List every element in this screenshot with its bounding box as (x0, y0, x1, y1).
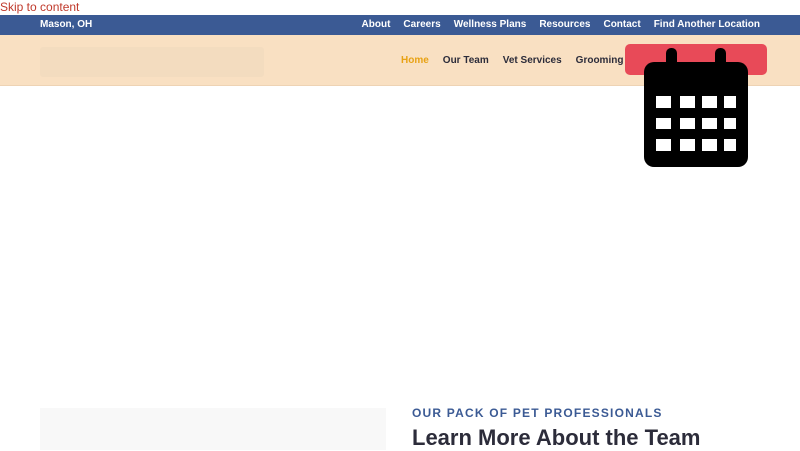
main-nav-home[interactable]: Home (401, 55, 429, 66)
main-nav: Home Our Team Vet Services Grooming (401, 35, 623, 85)
team-image-placeholder (40, 408, 386, 450)
top-nav-contact[interactable]: Contact (603, 15, 640, 35)
calendar-icon[interactable] (643, 48, 749, 168)
top-nav-about[interactable]: About (362, 15, 391, 35)
location-label: Mason, OH (40, 19, 93, 30)
main-nav-our-team[interactable]: Our Team (443, 55, 489, 66)
top-nav-find-another-location[interactable]: Find Another Location (654, 15, 760, 35)
top-bar: Mason, OH About Careers Wellness Plans R… (0, 15, 800, 35)
team-section-eyebrow: OUR PACK OF PET PROFESSIONALS (412, 406, 663, 420)
main-nav-vet-services[interactable]: Vet Services (503, 55, 562, 66)
top-nav: About Careers Wellness Plans Resources C… (362, 15, 760, 35)
site-logo[interactable] (40, 47, 264, 77)
main-nav-grooming[interactable]: Grooming (576, 55, 624, 66)
top-nav-resources[interactable]: Resources (539, 15, 590, 35)
top-nav-wellness-plans[interactable]: Wellness Plans (454, 15, 527, 35)
skip-to-content-link[interactable]: Skip to content (0, 0, 80, 15)
top-nav-careers[interactable]: Careers (403, 15, 440, 35)
team-section-title: Learn More About the Team (412, 425, 701, 450)
